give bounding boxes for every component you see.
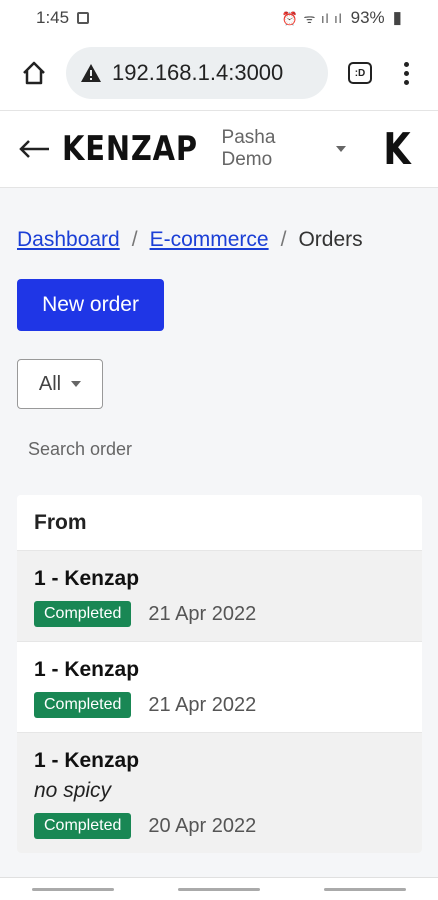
battery-level: 93%: [350, 8, 385, 27]
search-input[interactable]: Search order: [17, 439, 421, 463]
order-date: 20 Apr 2022: [148, 814, 257, 837]
more-menu-icon[interactable]: [392, 55, 420, 91]
table-row[interactable]: 1 - Kenzap no spicy Completed 20 Apr 202…: [17, 732, 422, 853]
breadcrumb: Dashboard / E-commerce / Orders: [17, 228, 421, 252]
nav-back[interactable]: [324, 887, 406, 891]
user-name: Pasha Demo: [221, 127, 276, 170]
chevron-down-icon: [71, 381, 82, 387]
nav-recents[interactable]: [32, 887, 114, 891]
tab-count: :D: [348, 62, 372, 84]
brand-name: KENZAP: [61, 129, 198, 169]
order-date: 21 Apr 2022: [148, 693, 257, 716]
url-bar[interactable]: 192.168.1.4:3000: [66, 47, 328, 99]
home-icon[interactable]: [16, 55, 52, 91]
back-arrow-icon[interactable]: [18, 134, 52, 164]
table-row[interactable]: 1 - Kenzap Completed 21 Apr 2022: [17, 550, 422, 641]
notification-icon: [77, 12, 90, 24]
chevron-down-icon: [335, 146, 346, 152]
warning-icon: [81, 64, 101, 82]
status-bar: 1:45 ⏰ ᯤ ıl ıl 93% ▮: [0, 0, 438, 36]
order-title: 1 - Kenzap: [34, 658, 140, 681]
table-row[interactable]: 1 - Kenzap Completed 21 Apr 2022: [17, 641, 422, 732]
user-menu[interactable]: Pasha Demo: [222, 127, 346, 171]
logo: K: [383, 123, 411, 175]
status-time: 1:45: [36, 8, 70, 27]
battery-icon: ▮: [392, 8, 402, 27]
order-date: 21 Apr 2022: [148, 602, 257, 625]
orders-table: From 1 - Kenzap Completed 21 Apr 2022 1 …: [17, 495, 422, 853]
tab-switcher-button[interactable]: :D: [342, 55, 378, 91]
url-text: 192.168.1.4:3000: [112, 60, 284, 85]
breadcrumb-current: Orders: [298, 228, 363, 251]
system-navigation-bar: [0, 877, 438, 900]
breadcrumb-dashboard[interactable]: Dashboard: [17, 228, 120, 252]
breadcrumb-separator: /: [131, 228, 138, 251]
table-header: From: [17, 495, 422, 550]
nav-home[interactable]: [178, 887, 260, 891]
app-header: KENZAP Pasha Demo K: [0, 110, 438, 188]
breadcrumb-ecommerce[interactable]: E-commerce: [150, 228, 269, 252]
status-badge: Completed: [34, 813, 132, 839]
status-badge: Completed: [34, 601, 132, 627]
new-order-button[interactable]: New order: [17, 279, 164, 331]
order-title: 1 - Kenzap: [34, 749, 140, 772]
main-content: Dashboard / E-commerce / Orders New orde…: [0, 228, 438, 853]
signal-icons: ⏰ ᯤ ıl ıl: [281, 11, 343, 26]
order-note: no spicy: [34, 779, 112, 802]
breadcrumb-separator: /: [280, 228, 287, 251]
filter-value: All: [38, 372, 62, 395]
status-badge: Completed: [34, 692, 132, 718]
order-title: 1 - Kenzap: [34, 567, 140, 590]
status-filter-dropdown[interactable]: All: [17, 359, 103, 409]
browser-toolbar: 192.168.1.4:3000 :D: [0, 36, 438, 110]
